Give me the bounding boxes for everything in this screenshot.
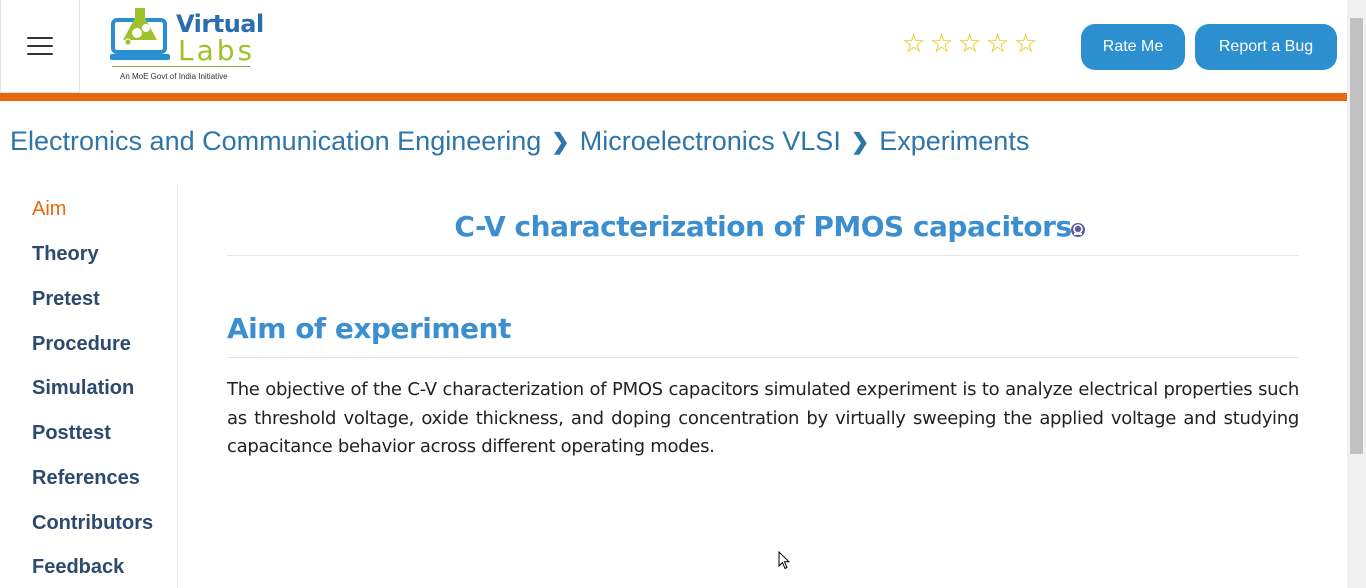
breadcrumb-item-experiments[interactable]: Experiments — [879, 126, 1029, 157]
star-icon[interactable]: ☆ — [958, 31, 982, 57]
sidebar-item-theory[interactable]: Theory — [32, 243, 99, 266]
rate-me-button[interactable]: Rate Me — [1081, 24, 1185, 70]
aim-heading: Aim of experiment — [227, 312, 511, 345]
sidebar-item-feedback[interactable]: Feedback — [32, 556, 124, 579]
sidebar-item-pretest[interactable]: Pretest — [32, 288, 100, 311]
sidebar-item-simulation[interactable]: Simulation — [32, 377, 134, 400]
star-icon[interactable]: ☆ — [902, 31, 926, 57]
star-icon[interactable]: ☆ — [1014, 31, 1038, 57]
header-accent-bar — [0, 93, 1347, 101]
star-icon[interactable]: ☆ — [930, 31, 954, 57]
accessibility-icon[interactable] — [1070, 222, 1086, 238]
hamburger-menu-button[interactable] — [0, 0, 80, 93]
sidebar-item-contributors[interactable]: Contributors — [32, 512, 153, 535]
star-icon[interactable]: ☆ — [986, 31, 1010, 57]
breadcrumb: Electronics and Communication Engineerin… — [10, 126, 1029, 157]
scrollbar-thumb[interactable] — [1350, 18, 1363, 454]
vertical-scrollbar[interactable] — [1347, 0, 1366, 588]
virtual-labs-logo[interactable]: Virtual Labs An MoE Govt of India Initia… — [108, 6, 264, 86]
breadcrumb-item-lab[interactable]: Microelectronics VLSI — [580, 126, 841, 157]
chevron-right-icon: ❯ — [850, 128, 870, 154]
chevron-right-icon: ❯ — [551, 128, 570, 154]
sidebar-item-aim[interactable]: Aim — [32, 198, 66, 221]
rating-stars: ☆ ☆ ☆ ☆ ☆ — [902, 31, 1038, 57]
logo-tagline: An MoE Govt of India Initiative — [120, 72, 228, 81]
logo-divider — [112, 66, 250, 67]
mouse-cursor-icon — [778, 551, 790, 570]
hamburger-icon — [27, 37, 53, 55]
experiment-sidebar: Aim Theory Pretest Procedure Simulation … — [0, 186, 178, 588]
aim-description: The objective of the C-V characterizatio… — [227, 379, 1299, 457]
report-bug-button[interactable]: Report a Bug — [1195, 24, 1337, 70]
logo-line2: Labs — [178, 34, 256, 67]
title-divider — [227, 255, 1299, 256]
sidebar-item-procedure[interactable]: Procedure — [32, 333, 131, 356]
sidebar-item-references[interactable]: References — [32, 467, 140, 490]
breadcrumb-item-department[interactable]: Electronics and Communication Engineerin… — [10, 126, 541, 157]
flask-laptop-icon — [110, 8, 170, 60]
top-header: Virtual Labs An MoE Govt of India Initia… — [0, 0, 1347, 93]
experiment-title: C-V characterization of PMOS capacitors — [454, 210, 1072, 243]
aim-divider — [227, 357, 1299, 358]
sidebar-item-posttest[interactable]: Posttest — [32, 422, 111, 445]
